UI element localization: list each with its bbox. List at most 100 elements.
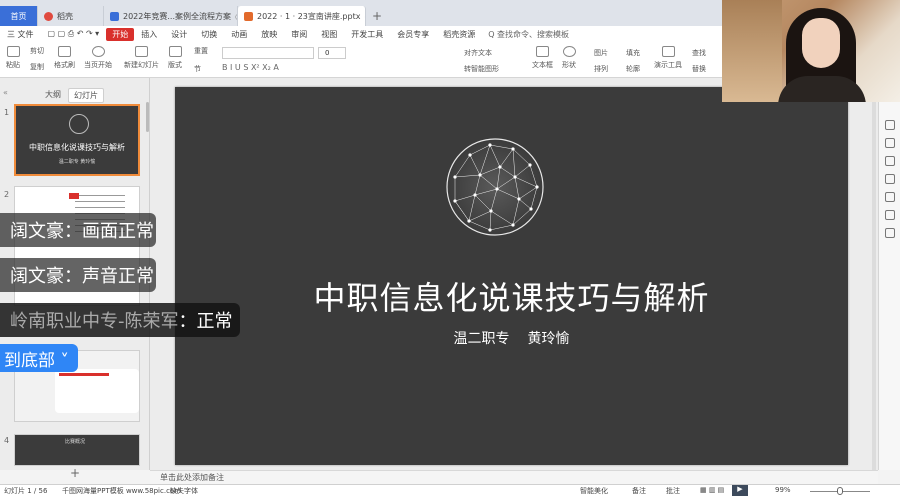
- arrange-button[interactable]: 排列: [594, 64, 608, 74]
- chat-message: 岭南职业中专-陈荣军：正常: [0, 303, 240, 337]
- add-slide-button[interactable]: +: [70, 466, 80, 480]
- section-button[interactable]: 节: [194, 64, 201, 74]
- editor-scrollbar[interactable]: [872, 80, 876, 470]
- chat-separator: ：: [178, 311, 197, 332]
- thumbnail-scrollbar[interactable]: [146, 102, 149, 132]
- format-painter-label: 格式刷: [54, 61, 75, 69]
- menu-transition[interactable]: 切换: [194, 29, 224, 40]
- tab-label: 2022年竞赛...案例全流程方案: [123, 11, 231, 21]
- format-buttons[interactable]: B I U S X² X₂ A: [222, 63, 279, 72]
- new-slide-icon: [135, 46, 148, 57]
- replace-button[interactable]: 替换: [692, 64, 706, 74]
- chat-text: 声音正常: [82, 266, 154, 287]
- menu-animation[interactable]: 动画: [224, 29, 254, 40]
- menu-slideshow[interactable]: 放映: [254, 29, 284, 40]
- cloud-icon[interactable]: [885, 174, 895, 184]
- missing-font-indicator[interactable]: 缺失字体: [170, 486, 198, 496]
- smart-beautify-button[interactable]: 智能美化: [580, 486, 608, 496]
- reset-button[interactable]: 重置: [194, 46, 208, 56]
- ppt-icon: [244, 11, 253, 21]
- close-icon[interactable]: ○ ×: [231, 12, 237, 21]
- animation-icon[interactable]: [885, 138, 895, 148]
- history-icon[interactable]: [885, 192, 895, 202]
- tab-presentation[interactable]: 2022 · 1 · 23宣南讲座.pptx ○ ×: [238, 6, 366, 26]
- tab-label: 首页: [10, 11, 27, 21]
- font-size-value: 0: [325, 49, 330, 57]
- network-globe-icon: [446, 138, 544, 236]
- slide-number: 1: [4, 108, 10, 117]
- paste-icon: [6, 46, 20, 57]
- chat-user: 阔文豪: [10, 221, 64, 242]
- layout-button[interactable]: 版式: [168, 46, 182, 70]
- thumb-title: 比赛概况: [65, 439, 86, 445]
- notes-placeholder: 单击此处添加备注: [160, 473, 224, 482]
- close-icon[interactable]: ○ ×: [360, 12, 365, 21]
- text-box-button[interactable]: 文本框: [532, 46, 553, 70]
- slide-counter: 幻灯片 1 / 56: [4, 487, 48, 495]
- tab-home[interactable]: 首页: [0, 6, 38, 26]
- play-from-current-button[interactable]: 当页开始: [84, 46, 112, 70]
- zoom-slider-knob[interactable]: [837, 487, 843, 495]
- outline-button[interactable]: 轮廓: [626, 64, 640, 74]
- chat-message: 阔文豪：画面正常: [0, 213, 156, 247]
- slide-subtitle[interactable]: 温二职专 黄玲愉: [175, 328, 848, 348]
- location-icon[interactable]: [885, 210, 895, 220]
- menu-home[interactable]: 开始: [106, 27, 135, 41]
- template-credit: 千图网海量PPT模板 www.58pic.com: [62, 487, 182, 495]
- chat-separator: ：: [64, 221, 82, 242]
- tab-document[interactable]: 2022年竞赛...案例全流程方案 ○ ×: [104, 6, 238, 26]
- slide-thumbnail-1[interactable]: 中职信息化说课技巧与解析 温二职专 黄玲愉: [14, 104, 140, 176]
- comments-toggle[interactable]: 批注: [666, 486, 680, 496]
- presentation-tools-button[interactable]: 演示工具: [654, 46, 682, 70]
- shape-button[interactable]: 形状: [562, 46, 576, 70]
- font-size-select[interactable]: 0: [318, 47, 346, 59]
- play-from-current-label: 当页开始: [84, 61, 112, 69]
- new-tab-button[interactable]: +: [372, 9, 382, 23]
- tab-docer[interactable]: 稻壳: [38, 6, 104, 26]
- properties-icon[interactable]: [885, 120, 895, 130]
- chat-user: 阔文豪: [10, 266, 64, 287]
- menu-docer-resources[interactable]: 稻壳资源: [436, 29, 482, 40]
- thumb-red-line: [59, 373, 109, 376]
- menu-insert[interactable]: 插入: [134, 29, 164, 40]
- share-icon[interactable]: [885, 228, 895, 238]
- menu-review[interactable]: 审阅: [284, 29, 314, 40]
- menu-design[interactable]: 设计: [164, 29, 194, 40]
- transition-icon[interactable]: [885, 156, 895, 166]
- text-box-icon: [536, 46, 549, 57]
- slide-number: 2: [4, 190, 10, 199]
- copy-button[interactable]: 复制: [30, 62, 44, 72]
- file-menu[interactable]: 三 文件: [0, 29, 41, 40]
- slideshow-play-button[interactable]: ▶: [732, 485, 748, 496]
- thumb-subtitle: 温二职专 黄玲愉: [58, 159, 96, 165]
- font-name-select[interactable]: [222, 47, 314, 59]
- notes-area[interactable]: 单击此处添加备注: [150, 470, 878, 484]
- tab-slides[interactable]: 幻灯片: [68, 88, 104, 103]
- presenter-face: [802, 18, 840, 68]
- command-search[interactable]: Q 查找命令、搜索模板: [488, 29, 569, 40]
- view-mode-icons[interactable]: ▦ ▥ ▤: [700, 486, 724, 494]
- slide-title[interactable]: 中职信息化说课技巧与解析: [175, 273, 848, 319]
- collapse-panel-icon[interactable]: «: [3, 88, 8, 97]
- find-button[interactable]: 查找: [692, 48, 706, 58]
- new-slide-button[interactable]: 新建幻灯片: [124, 46, 159, 70]
- slide-thumbnail-4[interactable]: 比赛概况: [14, 434, 140, 466]
- scroll-to-bottom-button[interactable]: 到底部 ˅: [0, 344, 78, 372]
- tab-label: 稻壳: [57, 11, 73, 21]
- smartart-button[interactable]: 转智能图形: [464, 64, 499, 74]
- menu-member[interactable]: 会员专享: [390, 29, 436, 40]
- paste-button[interactable]: 粘贴: [6, 46, 20, 70]
- format-painter-button[interactable]: 格式刷: [54, 46, 75, 70]
- quick-access-icons[interactable]: ▢ ▢ ⎙ ↶ ↷ ▾: [41, 29, 107, 39]
- menu-view[interactable]: 视图: [314, 29, 344, 40]
- align-text-button[interactable]: 对齐文本: [464, 48, 492, 58]
- cut-button[interactable]: 剪切: [30, 46, 44, 56]
- tab-outline[interactable]: 大纲: [40, 88, 66, 103]
- fill-button[interactable]: 填充: [626, 48, 640, 58]
- menu-developer[interactable]: 开发工具: [344, 29, 390, 40]
- shape-label: 形状: [562, 61, 576, 69]
- layout-icon: [168, 46, 182, 57]
- picture-button[interactable]: 图片: [594, 48, 608, 58]
- current-slide[interactable]: 中职信息化说课技巧与解析 温二职专 黄玲愉: [175, 87, 848, 465]
- notes-toggle[interactable]: 备注: [632, 486, 646, 496]
